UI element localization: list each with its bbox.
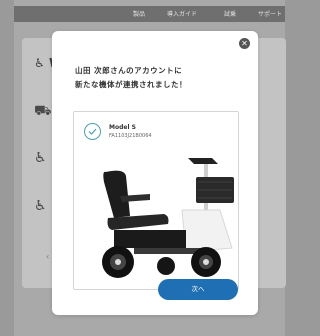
model-name: Model S (109, 124, 136, 131)
device-card[interactable]: Model S FA1103J21B0064 (73, 111, 239, 290)
serial-number: FA1103J21B0064 (109, 133, 152, 139)
heading-line-2: 新たな機体が連携されました！ (75, 80, 187, 89)
chevron-left-icon: ‹ (46, 252, 50, 261)
close-icon[interactable]: ✕ (239, 38, 250, 49)
nav-test-ride: 試乗 (224, 11, 237, 18)
device-icon: ⛟ (34, 103, 52, 119)
mobility-scooter-image (102, 158, 234, 278)
nav-guide: 導入ガイド (167, 11, 198, 18)
nav-support: サポート (258, 11, 283, 18)
wheelchair-icon: ♿ (34, 56, 45, 70)
modal-heading: 山田 次郎さんのアカウントに 新たな機体が連携されました！ (75, 64, 245, 92)
heading-line-1: 山田 次郎さんのアカウントに (75, 66, 183, 75)
device-icon: ♿ (34, 150, 47, 166)
nav-products: 製品 (133, 11, 146, 18)
device-linked-modal: ✕ 山田 次郎さんのアカウントに 新たな機体が連携されました！ Model S … (52, 31, 258, 315)
device-icon: ♿ (34, 198, 47, 214)
next-button[interactable]: 次へ (158, 279, 238, 300)
check-icon (84, 123, 101, 140)
background-nav-bar: 製品 導入ガイド 試乗 サポート (14, 6, 285, 22)
